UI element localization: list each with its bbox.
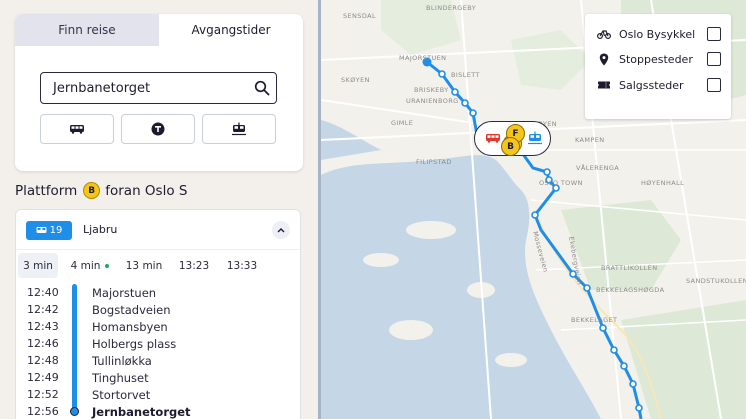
map-label: OSLO TOWN: [539, 179, 583, 187]
departure-label: 13:33: [226, 259, 258, 272]
departure-option[interactable]: 13:33: [219, 253, 265, 278]
ticket-icon: [597, 78, 611, 92]
map-label: SENSDAL: [343, 12, 376, 20]
bus-icon: [486, 134, 500, 143]
stop-name: Homansbyen: [92, 320, 168, 334]
search-input-value: Jernbanetorget: [53, 80, 151, 96]
map-label: BRATTLIKOLLEN: [601, 264, 657, 272]
line-badge[interactable]: 19: [26, 221, 72, 240]
metro-filter-button[interactable]: [121, 114, 195, 144]
route-progress-bar: [72, 284, 77, 414]
current-stop-marker: [70, 407, 79, 416]
line-destination: Ljabru: [83, 223, 118, 236]
departure-option[interactable]: 3 min: [18, 253, 58, 278]
stop-name: Jernbanetorget: [92, 405, 191, 419]
metro-icon: [151, 122, 165, 136]
tram-icon: [232, 122, 246, 136]
bus-icon: [70, 125, 84, 134]
stop-time: 12:42: [27, 303, 59, 316]
departure-label: 4 min: [70, 259, 101, 272]
layer-toggle-stops[interactable]: Stoppesteder: [597, 49, 721, 69]
stop-time: 12:56: [27, 405, 59, 418]
map-label: BRISKEBY: [414, 86, 449, 94]
platform-prefix: Plattform: [15, 182, 78, 199]
stop-time: 12:49: [27, 371, 59, 384]
map-label: BEKKELAGSHØGDA: [596, 286, 665, 294]
search-card: Finn reise Avgangstider Jernbanetorget: [15, 14, 303, 171]
map-label: BISLETT: [451, 71, 480, 79]
location-pin-icon: [597, 52, 611, 66]
map-label: VÅLERENGA: [576, 163, 619, 172]
layer-toggle-bysykkel[interactable]: Oslo Bysykkel: [597, 24, 721, 44]
map-label: SANDSTUKOLLEN: [686, 277, 746, 285]
sidebar: Finn reise Avgangstider Jernbanetorget P…: [0, 0, 318, 419]
map-label: SKØYEN: [341, 76, 370, 84]
stop-name: Stortorvet: [92, 388, 151, 402]
divider: [16, 249, 300, 250]
stop-time: 12:48: [27, 354, 59, 367]
tram-filter-button[interactable]: [202, 114, 276, 144]
realtime-indicator-icon: [105, 263, 110, 268]
platform-code-badge: B: [83, 182, 101, 199]
map-label: FILIPSTAD: [416, 158, 452, 166]
tram-icon: [528, 131, 542, 145]
chevron-up-icon: [277, 228, 285, 233]
stop-name: Bogstadveien: [92, 303, 171, 317]
bicycle-icon: [597, 27, 611, 41]
map-layer-legend: Oslo Bysykkel Stoppesteder Salgssteder: [585, 14, 731, 119]
line-departures-panel: 19 Ljabru 3 min 4 min 13 min 13:23 13:33…: [15, 209, 301, 419]
stop-search-input[interactable]: Jernbanetorget: [40, 72, 277, 104]
platform-marker[interactable]: B: [501, 137, 520, 156]
search-icon[interactable]: [254, 80, 270, 96]
layer-label: Salgssteder: [619, 78, 684, 92]
stop-name: Majorstuen: [92, 286, 157, 300]
departure-label: 13 min: [125, 259, 163, 272]
stop-name: Holbergs plass: [92, 337, 177, 351]
tab-departures[interactable]: Avgangstider: [159, 14, 303, 46]
map-label: HØYENHALL: [641, 179, 684, 187]
stop-name: Tullinløkka: [92, 354, 152, 368]
departure-option[interactable]: 4 min: [61, 253, 119, 278]
map-label: KAMPEN: [575, 136, 605, 144]
departure-option[interactable]: 13:23: [169, 253, 219, 278]
layer-checkbox[interactable]: [707, 52, 721, 66]
tram-icon: [36, 227, 47, 233]
tab-plan-trip[interactable]: Finn reise: [15, 14, 159, 46]
platform-location: foran Oslo S: [105, 182, 188, 199]
departure-label: 3 min: [23, 259, 53, 272]
stop-cluster-marker[interactable]: F B: [474, 121, 551, 156]
platform-heading: Plattform B foran Oslo S: [15, 182, 187, 199]
map-label: GIMLE: [391, 119, 413, 127]
stop-time: 12:43: [27, 320, 59, 333]
departure-label: 13:23: [178, 259, 210, 272]
stop-time: 12:46: [27, 337, 59, 350]
bus-filter-button[interactable]: [40, 114, 114, 144]
map-label: MAJORSTUEN: [399, 54, 446, 62]
collapse-button[interactable]: [272, 221, 290, 239]
map-label: URANIENBORG: [406, 97, 459, 105]
layer-checkbox[interactable]: [707, 27, 721, 41]
layer-label: Stoppesteder: [619, 52, 693, 66]
layer-toggle-sales[interactable]: Salgssteder: [597, 75, 721, 95]
departure-option[interactable]: 13 min: [119, 253, 169, 278]
map-label: BLINDERGEBY: [426, 4, 476, 12]
stop-time: 12:52: [27, 388, 59, 401]
stop-name: Tinghuset: [92, 371, 149, 385]
layer-label: Oslo Bysykkel: [619, 27, 696, 41]
map-label: BEKKELAGET: [571, 316, 617, 324]
stop-time: 12:40: [27, 286, 59, 299]
layer-checkbox[interactable]: [707, 78, 721, 92]
line-number: 19: [49, 225, 63, 236]
